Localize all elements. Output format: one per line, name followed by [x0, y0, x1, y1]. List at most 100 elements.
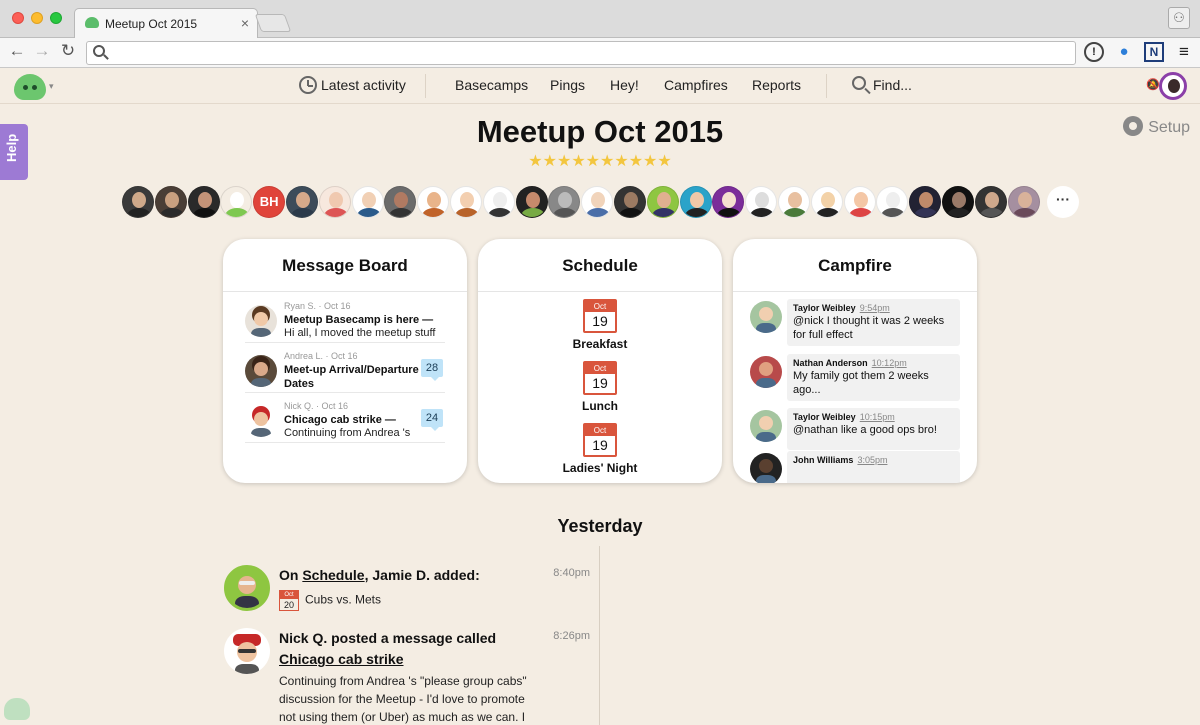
message-item[interactable]: Ryan S. · Oct 16 Meetup Basecamp is here …: [245, 297, 445, 343]
person-avatar[interactable]: [712, 186, 745, 218]
schedule-event[interactable]: Oct 19 Lunch: [478, 361, 722, 413]
person-avatar[interactable]: [384, 186, 417, 218]
body-line: Continuing from Andrea 's "please group …: [279, 674, 527, 688]
schedule-event[interactable]: Oct 19 Breakfast: [478, 299, 722, 351]
person-avatar[interactable]: [942, 186, 974, 218]
avatar-head: [427, 192, 442, 208]
card-title[interactable]: Message Board: [223, 239, 467, 292]
person-avatar[interactable]: [1007, 186, 1040, 218]
nav-find[interactable]: Find...: [873, 77, 912, 93]
comment-count-badge[interactable]: 28: [421, 359, 443, 381]
person-avatar[interactable]: [843, 186, 876, 218]
basecamp-logo-icon[interactable]: [14, 74, 46, 100]
message-item[interactable]: Nick Q. · Oct 16 Chicago cab strike — Cont…: [245, 397, 445, 443]
avatar-body: [914, 208, 939, 217]
avatar-body: [979, 208, 1004, 217]
person-avatar[interactable]: [187, 186, 220, 218]
avatar[interactable]: [224, 628, 270, 674]
browser-menu-icon[interactable]: ≡: [1174, 42, 1194, 62]
card-title[interactable]: Campfire: [733, 239, 977, 292]
campfire-card[interactable]: Campfire Taylor Weibley 9:54pm @nick I tho…: [733, 239, 977, 483]
chat-time[interactable]: 3:05pm: [857, 455, 887, 465]
nav-latest-activity[interactable]: Latest activity: [321, 77, 406, 93]
person-avatar[interactable]: [974, 186, 1007, 218]
browser-tab[interactable]: Meetup Oct 2015 ×: [74, 8, 258, 38]
person-avatar[interactable]: [220, 186, 253, 218]
nav-hey[interactable]: Hey!: [610, 77, 639, 93]
person-avatar[interactable]: [876, 186, 909, 218]
nav-divider: [425, 74, 426, 98]
muted-bell-icon[interactable]: 🔕: [1146, 78, 1160, 91]
activity-detail[interactable]: Oct 20 Cubs vs. Mets: [279, 590, 539, 611]
avatar-head: [755, 192, 770, 208]
person-avatar[interactable]: [909, 186, 942, 218]
avatar-head: [853, 192, 868, 208]
schedule-event[interactable]: Oct 19 Ladies' Night: [478, 423, 722, 475]
chat-time[interactable]: 10:12pm: [872, 358, 907, 368]
person-avatar[interactable]: [745, 186, 778, 218]
activity-headline: Nick Q. posted a message called Chicago …: [279, 628, 539, 670]
back-arrow-icon[interactable]: ←: [6, 41, 28, 61]
avatar[interactable]: [750, 410, 782, 442]
person-avatar[interactable]: [351, 186, 384, 218]
tab-close-icon[interactable]: ×: [241, 15, 249, 31]
person-avatar[interactable]: [679, 186, 712, 218]
person-avatar[interactable]: [417, 186, 450, 218]
avatar[interactable]: [750, 453, 782, 483]
n-extension-icon[interactable]: N: [1144, 42, 1164, 62]
user-avatar[interactable]: [1159, 72, 1187, 100]
minimize-window-button[interactable]: [31, 12, 43, 24]
chat-time[interactable]: 10:15pm: [860, 412, 895, 422]
activity-link[interactable]: Chicago cab strike: [279, 651, 404, 667]
nav-campfires[interactable]: Campfires: [664, 77, 728, 93]
nav-basecamps[interactable]: Basecamps: [455, 77, 528, 93]
person-avatar[interactable]: BH: [253, 186, 286, 218]
schedule-card[interactable]: Schedule Oct 19 Breakfast Oct 19 Lunch Oct 19 La…: [478, 239, 722, 483]
chat-time[interactable]: 9:54pm: [860, 303, 890, 313]
message-item[interactable]: Andrea L. · Oct 16 Meet-up Arrival/Depart…: [245, 347, 445, 393]
person-avatar[interactable]: [778, 186, 810, 218]
address-bar[interactable]: [86, 41, 1076, 65]
nav-pings[interactable]: Pings: [550, 77, 585, 93]
maximize-window-button[interactable]: [50, 12, 62, 24]
avatar[interactable]: [224, 565, 270, 611]
people-list: BH ···: [122, 186, 1082, 218]
nav-reports[interactable]: Reports: [752, 77, 801, 93]
person-avatar[interactable]: [450, 186, 482, 218]
comment-count-badge[interactable]: 24: [421, 409, 443, 431]
event-title: Lunch: [582, 399, 618, 413]
person-avatar[interactable]: [286, 186, 318, 218]
browser-toolbar: ← → ↻ ! ● N ≡: [0, 38, 1200, 68]
ghost-extension-icon[interactable]: ●: [1114, 42, 1134, 62]
person-avatar[interactable]: [810, 186, 843, 218]
avatar-body: [225, 208, 250, 217]
chat-line: Taylor Weibley 9:54pm @nick I thought it w…: [750, 299, 960, 346]
person-avatar[interactable]: [515, 186, 548, 218]
browser-profile-icon[interactable]: ⚇: [1168, 7, 1190, 29]
new-tab-button[interactable]: [254, 14, 292, 32]
person-avatar[interactable]: [548, 186, 581, 218]
person-avatar[interactable]: [318, 186, 351, 218]
person-avatar[interactable]: [154, 186, 187, 218]
avatar-body: [619, 208, 643, 217]
message-board-card[interactable]: Message Board Ryan S. · Oct 16 Meetup Bas…: [223, 239, 467, 483]
close-window-button[interactable]: [12, 12, 24, 24]
card-title[interactable]: Schedule: [478, 239, 722, 292]
person-avatar[interactable]: [581, 186, 614, 218]
person-avatar[interactable]: [646, 186, 679, 218]
reload-icon[interactable]: ↻: [57, 41, 79, 61]
person-avatar[interactable]: [122, 186, 154, 218]
avatar[interactable]: [750, 356, 782, 388]
body-line: discussion for the Meetup - I'd love to …: [279, 692, 525, 706]
avatar[interactable]: [750, 301, 782, 333]
person-avatar[interactable]: [614, 186, 646, 218]
chevron-down-icon[interactable]: ▾: [49, 81, 54, 92]
forward-arrow-icon[interactable]: →: [31, 41, 53, 61]
person-avatar[interactable]: [482, 186, 515, 218]
basecamp-corner-logo-icon[interactable]: [4, 698, 30, 720]
info-extension-icon[interactable]: !: [1084, 42, 1104, 62]
activity-link[interactable]: Schedule: [302, 567, 364, 583]
avatar-head: [230, 192, 245, 208]
avatar-head: [558, 192, 573, 208]
more-people-button[interactable]: ···: [1047, 186, 1079, 218]
